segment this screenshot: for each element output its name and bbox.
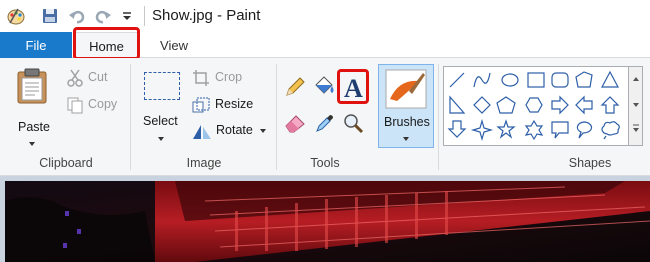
shapes-scroll[interactable] xyxy=(629,66,643,146)
paste-dropdown-icon xyxy=(29,142,35,146)
crop-icon xyxy=(193,70,209,86)
clipboard-group-label: Clipboard xyxy=(39,156,93,170)
title-separator xyxy=(144,6,145,26)
image-group-label: Image xyxy=(186,156,222,170)
shapes-grid xyxy=(447,70,620,142)
select-dropdown-icon xyxy=(158,137,164,141)
rounded-callout-shape-icon xyxy=(551,121,569,139)
paint-app-icon[interactable] xyxy=(4,4,28,28)
four-point-star-shape-icon xyxy=(470,118,494,142)
fill-tool[interactable] xyxy=(312,74,336,98)
pentagon-shape-icon xyxy=(496,96,516,114)
undo-icon[interactable] xyxy=(66,4,88,28)
shapes-scroll-arrows-icon xyxy=(633,77,639,132)
canvas-image[interactable] xyxy=(5,181,650,262)
eraser-icon xyxy=(285,115,305,133)
crop-label: Crop xyxy=(215,70,243,84)
select-button[interactable]: Select xyxy=(138,64,186,150)
fill-bucket-icon xyxy=(315,76,334,94)
copy-icon xyxy=(67,97,83,114)
hexagon-shape-icon xyxy=(525,97,543,113)
shapes-group-label: Shapes xyxy=(568,156,612,170)
resize-button[interactable]: Resize xyxy=(192,95,260,115)
left-arrow-shape-icon xyxy=(575,95,593,115)
resize-icon xyxy=(192,97,210,113)
rotate-dropdown-icon xyxy=(260,129,266,133)
brush-icon xyxy=(385,69,427,109)
line-shape-icon xyxy=(449,72,465,88)
redo-icon[interactable] xyxy=(92,4,114,28)
crop-button[interactable]: Crop xyxy=(192,68,252,88)
cut-button[interactable]: Cut xyxy=(64,68,120,88)
shapes-gallery xyxy=(443,66,629,146)
resize-label: Resize xyxy=(215,97,254,111)
right-triangle-shape-icon xyxy=(449,95,466,114)
curve-shape-icon xyxy=(473,72,491,88)
polygon-shape-icon xyxy=(575,71,593,88)
text-a-icon: A xyxy=(344,74,363,103)
window-title: Show.jpg - Paint xyxy=(152,7,261,24)
diamond-shape-icon xyxy=(473,96,491,114)
rotate-button[interactable]: Rotate xyxy=(192,121,272,141)
oval-callout-shape-icon xyxy=(576,121,593,139)
five-point-star-shape-icon xyxy=(496,119,516,139)
rotate-icon xyxy=(193,125,211,139)
copy-button[interactable]: Copy xyxy=(64,95,124,115)
brushes-label: Brushes xyxy=(384,115,430,129)
tab-file[interactable]: File xyxy=(0,32,72,58)
cloud-callout-shape-icon xyxy=(601,121,620,140)
magnifier-icon xyxy=(344,114,364,134)
rotate-label: Rotate xyxy=(216,123,253,137)
paste-button[interactable]: Paste xyxy=(10,64,54,150)
brushes-dropdown-icon xyxy=(403,137,409,141)
text-tool[interactable]: A xyxy=(342,74,364,103)
rounded-rectangle-shape-icon xyxy=(551,72,569,88)
rectangle-shape-icon xyxy=(527,72,545,88)
scissors-icon xyxy=(67,69,83,87)
pencil-tool[interactable] xyxy=(284,76,306,98)
magnifier-tool[interactable] xyxy=(342,112,364,134)
separator xyxy=(130,64,131,170)
triangle-shape-icon xyxy=(601,70,619,88)
paste-icon xyxy=(17,68,47,104)
up-arrow-shape-icon xyxy=(600,96,620,114)
customize-qat-icon[interactable] xyxy=(118,4,136,28)
brushes-button[interactable]: Brushes xyxy=(378,64,434,148)
save-icon[interactable] xyxy=(38,4,62,28)
six-point-star-shape-icon xyxy=(524,119,544,141)
right-arrow-shape-icon xyxy=(551,95,569,115)
tools-group-label: Tools xyxy=(310,156,340,170)
copy-label: Copy xyxy=(88,97,118,111)
select-label: Select xyxy=(143,114,178,128)
tab-view[interactable]: View xyxy=(144,32,204,58)
pencil-icon xyxy=(286,77,305,96)
eyedropper-icon xyxy=(316,115,333,132)
paste-label: Paste xyxy=(18,120,50,134)
cut-label: Cut xyxy=(88,70,108,84)
eraser-tool[interactable] xyxy=(284,112,306,134)
title-bar: Show.jpg - Paint xyxy=(0,0,650,32)
tab-home[interactable]: Home xyxy=(74,32,139,59)
oval-shape-icon xyxy=(501,73,519,87)
down-arrow-shape-icon xyxy=(447,120,467,138)
separator xyxy=(276,64,277,170)
color-picker-tool[interactable] xyxy=(314,112,336,134)
photo-image xyxy=(5,181,650,262)
select-icon xyxy=(144,72,180,100)
separator xyxy=(438,64,439,170)
ribbon-tabs: File Home View xyxy=(0,32,650,59)
